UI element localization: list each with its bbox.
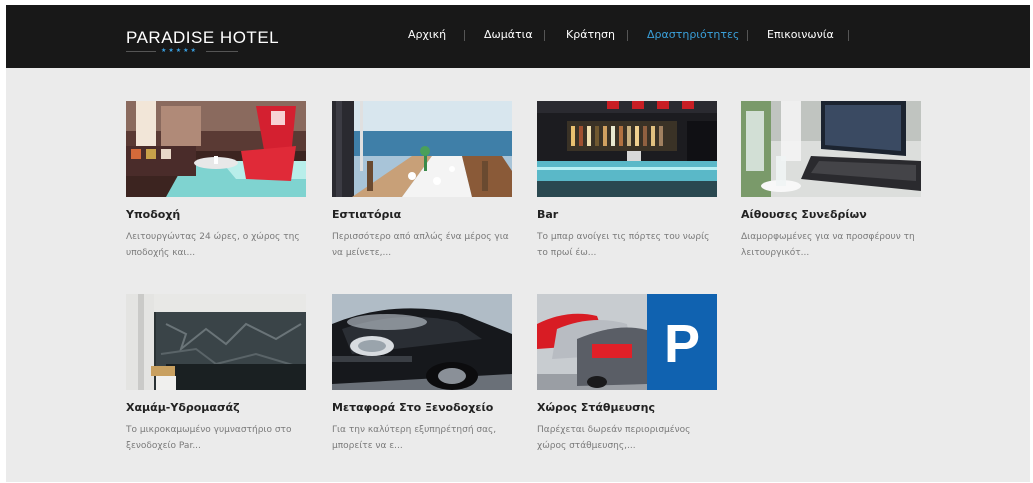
card-description: Το μικροκαμωμένο γυμναστήριο στο ξενοδοχ… [126, 422, 316, 454]
card-description: Για την καλύτερη εξυπηρέτησή σας, μπορεί… [332, 422, 522, 454]
logo-stars-icon: ★★★★★ [161, 47, 198, 54]
card-desc-line: Περισσότερο από απλώς ένα μέρος για [332, 232, 509, 242]
card-description: Περισσότερο από απλώς ένα μέρος για να μ… [332, 229, 522, 261]
card-desc-line: υποδοχής και... [126, 248, 196, 258]
hotel-logo[interactable]: PARADISE HOTEL ★★★★★ [126, 23, 280, 57]
nav-separator [627, 30, 628, 41]
nav-item-home[interactable]: Αρχική [408, 28, 446, 41]
parking-sign-icon: P [664, 314, 700, 374]
card-description: Παρέχεται δωρεάν περιορισμένος χώρος στά… [537, 422, 727, 454]
card-title[interactable]: Χώρος Στάθμευσης [537, 401, 655, 414]
card-desc-line: μπορείτε να ε... [332, 441, 403, 451]
nav-separator [464, 30, 465, 41]
card-desc-line: Διαμορφωμένες για να προσφέρουν τη [741, 232, 915, 242]
card-desc-line: το πρωί έω... [537, 248, 597, 258]
card-title[interactable]: Bar [537, 208, 558, 221]
card-desc-line: Λειτουργώντας 24 ώρες, ο χώρος της [126, 232, 300, 242]
site-header: PARADISE HOTEL ★★★★★ Αρχική Δωμάτια Κράτ… [6, 5, 1030, 68]
card-description: Λειτουργώντας 24 ώρες, ο χώρος της υποδο… [126, 229, 316, 261]
card-desc-line: να μείνετε,... [332, 248, 392, 258]
bar-image[interactable] [537, 101, 717, 197]
conference-rooms-image[interactable] [741, 101, 921, 197]
nav-item-activities[interactable]: Δραστηριότητες [647, 28, 739, 41]
logo-text: PARADISE HOTEL [126, 28, 280, 47]
card-description: Το μπαρ ανοίγει τις πόρτες του νωρίς το … [537, 229, 727, 261]
card-title[interactable]: Αίθουσες Συνεδρίων [741, 208, 867, 221]
card-desc-line: χώρος στάθμευσης,... [537, 441, 636, 451]
reception-image[interactable] [126, 101, 306, 197]
nav-item-rooms[interactable]: Δωμάτια [484, 28, 533, 41]
page-frame: PARADISE HOTEL ★★★★★ Αρχική Δωμάτια Κράτ… [6, 5, 1030, 482]
nav-item-contact[interactable]: Επικοινωνία [767, 28, 834, 41]
nav-item-booking[interactable]: Κράτηση [566, 28, 615, 41]
card-description: Διαμορφωμένες για να προσφέρουν τη λειτο… [741, 229, 931, 261]
restaurants-image[interactable] [332, 101, 512, 197]
nav-separator [848, 30, 849, 41]
card-title[interactable]: Υποδοχή [126, 208, 180, 221]
card-desc-line: Παρέχεται δωρεάν περιορισμένος [537, 425, 691, 435]
card-desc-line: Για την καλύτερη εξυπηρέτησή σας, [332, 425, 497, 435]
card-desc-line: ξενοδοχείο Par... [126, 441, 201, 451]
card-desc-line: λειτουργικότ... [741, 248, 810, 258]
hammam-image[interactable] [126, 294, 306, 390]
card-desc-line: Το μπαρ ανοίγει τις πόρτες του νωρίς [537, 232, 710, 242]
transfer-image[interactable] [332, 294, 512, 390]
nav-separator [544, 30, 545, 41]
logo-rule-left [126, 51, 156, 52]
card-title[interactable]: Χαμάμ-Υδρομασάζ [126, 401, 240, 414]
card-desc-line: Το μικροκαμωμένο γυμναστήριο στο [126, 425, 292, 435]
logo-rule-right [206, 51, 238, 52]
parking-image[interactable]: P [537, 294, 717, 390]
nav-separator [747, 30, 748, 41]
card-title[interactable]: Μεταφορά Στο Ξενοδοχείο [332, 401, 493, 414]
card-title[interactable]: Εστιατόρια [332, 208, 401, 221]
